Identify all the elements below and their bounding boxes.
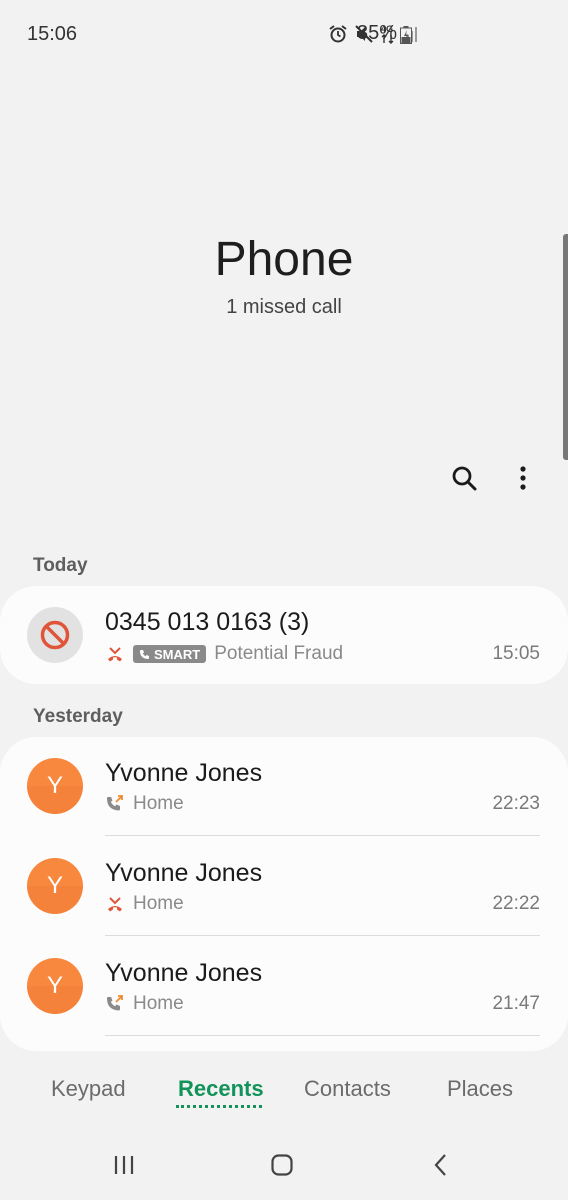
contact-avatar[interactable]: Y [27,858,83,914]
call-time: 22:22 [492,893,540,914]
yesterday-call-list: Y Yvonne Jones Home 22:23 Y Yvonne Jones… [0,737,568,1051]
call-time: 22:23 [492,793,540,814]
bottom-tabs: Keypad Recents Contacts Places [0,1076,568,1116]
missed-call-icon [105,644,125,664]
battery-percent: 35% [357,22,398,44]
scroll-indicator[interactable] [563,234,568,460]
tab-keypad[interactable]: Keypad [51,1076,126,1102]
back-icon [434,1154,446,1176]
contact-avatar[interactable]: Y [27,758,83,814]
more-vert-icon [520,466,526,490]
call-details: Home [105,893,184,915]
blocked-avatar[interactable] [27,607,83,663]
call-details: SMART Potential Fraud [105,643,343,665]
number-label: Home [133,993,184,1014]
section-header-yesterday: Yesterday [33,706,123,727]
contact-name: Yvonne Jones [105,959,263,987]
contact-name: Yvonne Jones [105,759,263,787]
navigation-bar [0,1140,568,1190]
divider [105,1035,540,1036]
call-details: Home [105,793,184,815]
recent-apps-icon [114,1156,134,1174]
number-label: Home [133,893,184,914]
contact-avatar[interactable]: Y [27,958,83,1014]
status-time: 15:06 [27,23,78,45]
home-button[interactable] [269,1152,295,1178]
status-bar: 15:06 4G 35% [0,0,568,70]
divider [105,935,540,936]
back-button[interactable] [428,1152,454,1178]
call-time: 15:05 [492,643,540,664]
active-tab-indicator [176,1105,262,1108]
phone-icon [140,649,149,659]
tab-recents[interactable]: Recents [178,1076,264,1102]
smart-tag-label: SMART [154,646,201,662]
search-icon [452,466,477,491]
call-log-item[interactable]: Y Yvonne Jones Home 22:22 [0,837,568,937]
tab-places[interactable]: Places [447,1076,513,1102]
call-details: Home [105,993,184,1015]
caller-name: 0345 013 0163 (3) [105,608,310,636]
more-options-button[interactable] [508,462,540,494]
divider [105,835,540,836]
battery-icon [400,26,412,44]
alarm-icon [328,22,348,46]
call-time: 21:47 [492,993,540,1014]
missed-call-summary: 1 missed call [226,296,342,318]
missed-call-icon [105,894,125,914]
call-log-item[interactable]: Y Yvonne Jones Home 22:23 [0,737,568,837]
tab-contacts[interactable]: Contacts [304,1076,391,1102]
home-icon [271,1154,293,1176]
section-header-today: Today [33,555,88,576]
outgoing-call-icon [105,794,125,814]
outgoing-call-icon [105,994,125,1014]
call-log-item[interactable]: 0345 013 0163 (3) SMART Potential Fraud … [0,586,568,684]
smart-call-badge: SMART [133,645,207,663]
number-label: Home [133,793,184,814]
blocked-icon [40,620,70,650]
today-call-list: 0345 013 0163 (3) SMART Potential Fraud … [0,586,568,684]
recent-apps-button[interactable] [111,1152,137,1178]
fraud-label: Potential Fraud [214,643,344,664]
contact-name: Yvonne Jones [105,859,263,887]
page-title: Phone [214,233,354,286]
call-log-item[interactable]: Y Yvonne Jones Home 21:47 [0,937,568,1037]
search-button[interactable] [448,462,480,494]
